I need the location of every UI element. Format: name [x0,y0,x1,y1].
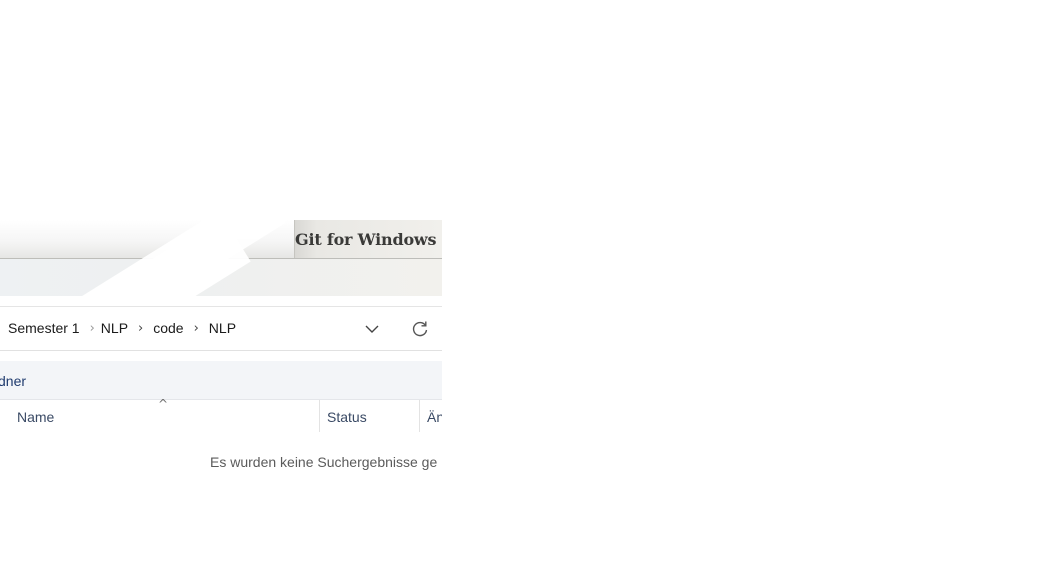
address-bar[interactable]: Semester 1 › NLP › code › NLP [0,306,442,351]
breadcrumb-item-semester[interactable]: Semester 1 [8,320,80,336]
chevron-down-icon[interactable] [363,321,381,337]
sort-ascending-icon: ^ [158,397,169,411]
breadcrumb-separator-icon[interactable]: › [90,321,95,336]
installer-title: Git for Windows [295,230,437,249]
breadcrumb-separator-icon[interactable]: › [194,321,199,336]
toolbar-item[interactable]: dner [0,373,26,389]
screen-fragment: Git for Windows Semester 1 › NLP › code … [0,0,442,580]
refresh-icon[interactable] [410,319,430,339]
breadcrumb-item-nlp[interactable]: NLP [101,320,128,336]
column-header-name[interactable]: Name [17,409,54,425]
column-header-row: ^ Name Status Än [0,397,442,432]
breadcrumb-separator-icon[interactable]: › [138,321,143,336]
column-header-status[interactable]: Status [327,409,367,425]
breadcrumb-item-nlp-current[interactable]: NLP [209,320,236,336]
command-bar: dner [0,361,442,400]
installer-title-area: Git for Windows [294,220,442,258]
column-header-modified[interactable]: Än [427,409,442,425]
installer-header-band [0,189,442,368]
breadcrumb-item-code[interactable]: code [153,320,183,336]
column-divider[interactable] [319,400,320,432]
column-divider[interactable] [419,400,420,432]
breadcrumb: Semester 1 › NLP › code › NLP [8,320,236,336]
empty-results-message: Es wurden keine Suchergebnisse ge [210,454,438,470]
